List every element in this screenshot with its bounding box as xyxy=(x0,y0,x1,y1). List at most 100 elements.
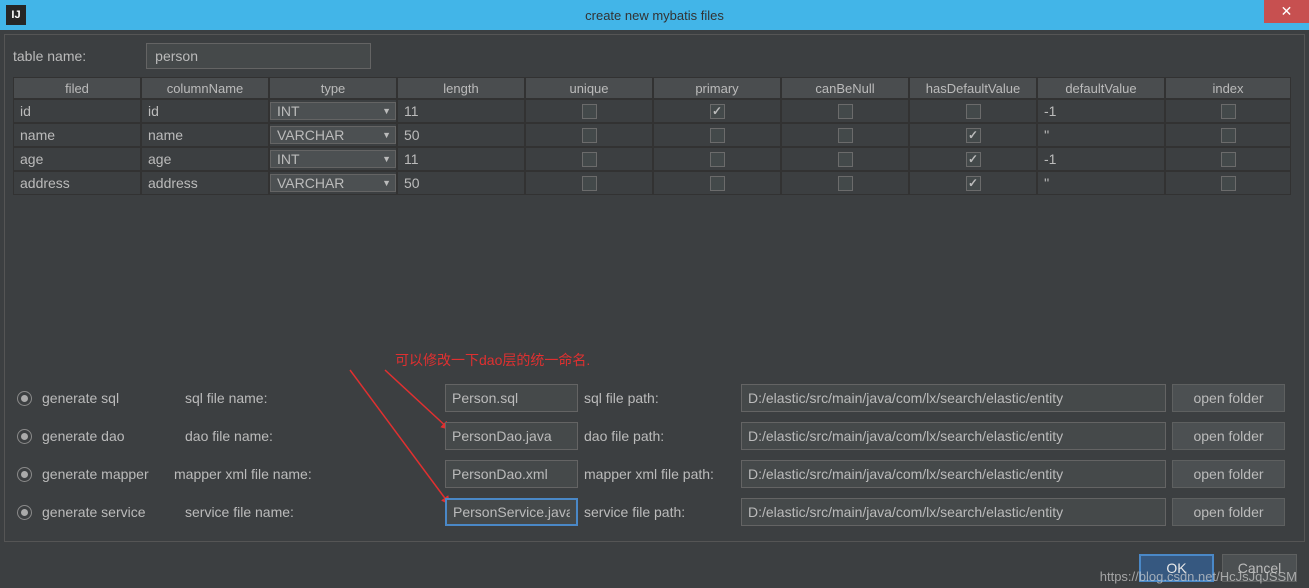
dao-filename-input[interactable] xyxy=(445,422,578,450)
cell-defaultvalue[interactable]: '' xyxy=(1037,123,1165,147)
type-select[interactable]: INT▼ xyxy=(270,102,396,120)
cell-length[interactable]: 50 xyxy=(397,171,525,195)
index-checkbox[interactable] xyxy=(1221,152,1236,167)
cell-type[interactable]: INT▼ xyxy=(269,147,397,171)
cell-filed[interactable]: id xyxy=(13,99,141,123)
generate-dao-radio[interactable] xyxy=(17,429,32,444)
canbenull-checkbox[interactable] xyxy=(838,128,853,143)
sql-open-folder-button[interactable]: open folder xyxy=(1172,384,1285,412)
unique-checkbox[interactable] xyxy=(582,104,597,119)
header-filed[interactable]: filed xyxy=(13,77,141,99)
cell-columnname[interactable]: id xyxy=(141,99,269,123)
table-name-input[interactable] xyxy=(146,43,371,69)
cell-type[interactable]: VARCHAR▼ xyxy=(269,123,397,147)
cell-canbenull[interactable] xyxy=(781,147,909,171)
cell-primary[interactable] xyxy=(653,147,781,171)
cell-defaultvalue[interactable]: -1 xyxy=(1037,99,1165,123)
unique-checkbox[interactable] xyxy=(582,152,597,167)
cell-columnname[interactable]: address xyxy=(141,171,269,195)
cell-canbenull[interactable] xyxy=(781,99,909,123)
hasdefault-checkbox[interactable] xyxy=(966,104,981,119)
primary-checkbox[interactable] xyxy=(710,104,725,119)
type-select[interactable]: INT▼ xyxy=(270,150,396,168)
primary-checkbox[interactable] xyxy=(710,176,725,191)
unique-checkbox[interactable] xyxy=(582,176,597,191)
cell-hasdefault[interactable] xyxy=(909,171,1037,195)
cell-length[interactable]: 11 xyxy=(397,147,525,171)
cell-index[interactable] xyxy=(1165,171,1291,195)
cell-type[interactable]: INT▼ xyxy=(269,99,397,123)
dao-path-input[interactable] xyxy=(741,422,1166,450)
generate-service-radio[interactable] xyxy=(17,505,32,520)
index-checkbox[interactable] xyxy=(1221,104,1236,119)
table-row[interactable]: ageageINT▼11-1 xyxy=(13,147,1296,171)
type-select[interactable]: VARCHAR▼ xyxy=(270,174,396,192)
cell-hasdefault[interactable] xyxy=(909,123,1037,147)
close-button[interactable]: ✕ xyxy=(1264,0,1309,23)
cell-unique[interactable] xyxy=(525,99,653,123)
cell-canbenull[interactable] xyxy=(781,123,909,147)
canbenull-checkbox[interactable] xyxy=(838,152,853,167)
mapper-path-input[interactable] xyxy=(741,460,1166,488)
cell-columnname[interactable]: age xyxy=(141,147,269,171)
cell-hasdefault[interactable] xyxy=(909,147,1037,171)
table-row[interactable]: ididINT▼11-1 xyxy=(13,99,1296,123)
hasdefault-checkbox[interactable] xyxy=(966,152,981,167)
cell-defaultvalue[interactable]: -1 xyxy=(1037,147,1165,171)
cell-filed[interactable]: address xyxy=(13,171,141,195)
hasdefault-checkbox[interactable] xyxy=(966,176,981,191)
cell-index[interactable] xyxy=(1165,99,1291,123)
table-row[interactable]: addressaddressVARCHAR▼50'' xyxy=(13,171,1296,195)
columns-grid: filed columnName type length unique prim… xyxy=(13,77,1296,195)
header-primary[interactable]: primary xyxy=(653,77,781,99)
cell-type[interactable]: VARCHAR▼ xyxy=(269,171,397,195)
cell-index[interactable] xyxy=(1165,147,1291,171)
cell-filed[interactable]: name xyxy=(13,123,141,147)
service-open-folder-button[interactable]: open folder xyxy=(1172,498,1285,526)
cell-unique[interactable] xyxy=(525,147,653,171)
annotation-text: 可以修改一下dao层的统一命名. xyxy=(395,350,590,370)
index-checkbox[interactable] xyxy=(1221,128,1236,143)
canbenull-checkbox[interactable] xyxy=(838,104,853,119)
ok-button[interactable]: OK xyxy=(1139,554,1214,582)
cell-canbenull[interactable] xyxy=(781,171,909,195)
cell-primary[interactable] xyxy=(653,123,781,147)
header-defaultvalue[interactable]: defaultValue xyxy=(1037,77,1165,99)
unique-checkbox[interactable] xyxy=(582,128,597,143)
service-filename-input[interactable] xyxy=(445,498,578,526)
cell-columnname[interactable]: name xyxy=(141,123,269,147)
canbenull-checkbox[interactable] xyxy=(838,176,853,191)
generate-mapper-radio[interactable] xyxy=(17,467,32,482)
header-columnname[interactable]: columnName xyxy=(141,77,269,99)
sql-filename-input[interactable] xyxy=(445,384,578,412)
cell-filed[interactable]: age xyxy=(13,147,141,171)
primary-checkbox[interactable] xyxy=(710,128,725,143)
cell-defaultvalue[interactable]: '' xyxy=(1037,171,1165,195)
hasdefault-checkbox[interactable] xyxy=(966,128,981,143)
cell-index[interactable] xyxy=(1165,123,1291,147)
header-type[interactable]: type xyxy=(269,77,397,99)
dao-open-folder-button[interactable]: open folder xyxy=(1172,422,1285,450)
index-checkbox[interactable] xyxy=(1221,176,1236,191)
cell-primary[interactable] xyxy=(653,99,781,123)
cell-primary[interactable] xyxy=(653,171,781,195)
mapper-open-folder-button[interactable]: open folder xyxy=(1172,460,1285,488)
service-path-input[interactable] xyxy=(741,498,1166,526)
header-canbenull[interactable]: canBeNull xyxy=(781,77,909,99)
header-index[interactable]: index xyxy=(1165,77,1291,99)
primary-checkbox[interactable] xyxy=(710,152,725,167)
header-unique[interactable]: unique xyxy=(525,77,653,99)
cancel-button[interactable]: Cancel xyxy=(1222,554,1297,582)
cell-unique[interactable] xyxy=(525,123,653,147)
cell-length[interactable]: 11 xyxy=(397,99,525,123)
table-row[interactable]: namenameVARCHAR▼50'' xyxy=(13,123,1296,147)
sql-path-input[interactable] xyxy=(741,384,1166,412)
cell-unique[interactable] xyxy=(525,171,653,195)
type-select[interactable]: VARCHAR▼ xyxy=(270,126,396,144)
header-length[interactable]: length xyxy=(397,77,525,99)
mapper-filename-input[interactable] xyxy=(445,460,578,488)
cell-length[interactable]: 50 xyxy=(397,123,525,147)
header-hasdefault[interactable]: hasDefaultValue xyxy=(909,77,1037,99)
cell-hasdefault[interactable] xyxy=(909,99,1037,123)
generate-sql-radio[interactable] xyxy=(17,391,32,406)
